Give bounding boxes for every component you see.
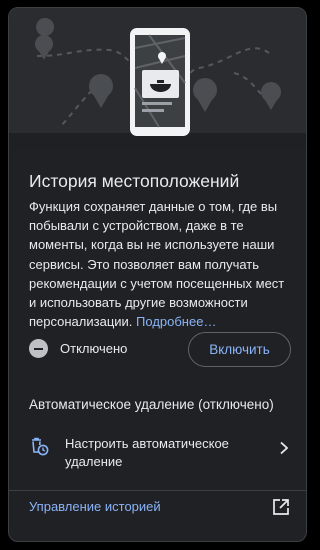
divider [9, 490, 306, 491]
auto-delete-icon [32, 437, 49, 456]
auto-delete-settings-row[interactable]: Настроить автоматическое удаление [9, 423, 306, 481]
manage-history-link[interactable]: Управление историей [29, 499, 161, 514]
enable-button[interactable]: Включить [188, 332, 291, 367]
learn-more-link[interactable]: Подробнее… [136, 314, 216, 329]
description: Функция сохраняет данные о том, где вы п… [29, 197, 291, 331]
auto-delete-action-label: Настроить автоматическое удаление [65, 436, 229, 469]
phone-map-illustration [9, 18, 306, 150]
hero-illustration [9, 8, 306, 150]
description-text: Функция сохраняет данные о том, где вы п… [29, 199, 285, 330]
location-history-card: История местоположений Функция сохраняет… [8, 7, 307, 542]
disabled-icon [29, 339, 48, 358]
auto-delete-title: Автоматическое удаление (отключено) [29, 397, 274, 412]
chevron-right-icon [280, 441, 289, 455]
status-label: Отключено [60, 341, 128, 356]
page-title: История местоположений [29, 171, 240, 191]
open-external-icon[interactable] [272, 498, 290, 516]
